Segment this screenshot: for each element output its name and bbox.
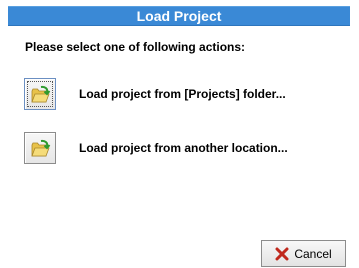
cancel-label: Cancel <box>294 246 332 261</box>
load-from-another-location-label[interactable]: Load project from another location... <box>79 141 288 155</box>
load-project-dialog: Load Project Please select one of follow… <box>0 0 359 268</box>
load-from-another-location-action[interactable]: Load project from another location... <box>24 132 324 166</box>
load-from-projects-folder-label[interactable]: Load project from [Projects] folder... <box>79 87 286 101</box>
dialog-title: Load Project <box>8 6 350 26</box>
load-from-projects-folder-button[interactable] <box>24 78 56 110</box>
cancel-button[interactable]: Cancel <box>261 240 346 267</box>
open-folder-icon <box>31 85 51 103</box>
open-folder-icon <box>31 139 51 157</box>
load-from-projects-folder-action[interactable]: Load project from [Projects] folder... <box>24 78 324 112</box>
dialog-prompt: Please select one of following actions: <box>25 40 246 54</box>
load-from-another-location-button[interactable] <box>24 132 56 164</box>
x-icon <box>275 247 289 260</box>
